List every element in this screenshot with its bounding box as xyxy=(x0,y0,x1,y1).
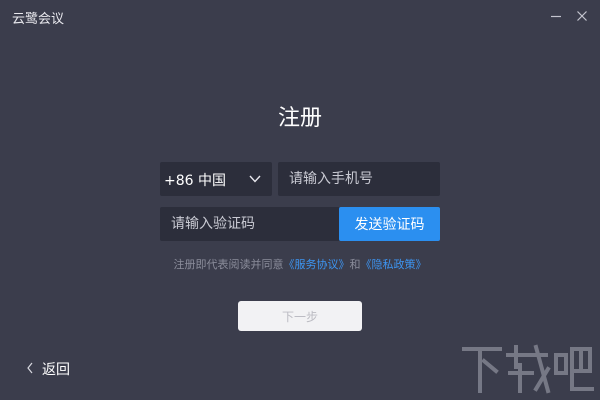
verification-code-field xyxy=(160,207,340,241)
back-label: 返回 xyxy=(42,362,70,378)
minimize-icon[interactable] xyxy=(548,8,564,24)
agreement-prefix: 注册即代表阅读并同意 xyxy=(173,258,284,271)
agreement-notice: 注册即代表阅读并同意《服务协议》和《隐私政策》 xyxy=(0,256,600,272)
service-agreement-link[interactable]: 《服务协议》 xyxy=(284,258,350,271)
send-code-button[interactable]: 发送验证码 xyxy=(339,207,440,241)
phone-field xyxy=(278,162,440,196)
title-bar: 云鹭会议 xyxy=(0,0,600,32)
watermark-logo xyxy=(462,344,594,394)
phone-input[interactable] xyxy=(278,162,440,196)
next-step-button[interactable]: 下一步 xyxy=(238,301,362,331)
privacy-policy-link[interactable]: 《隐私政策》 xyxy=(361,258,427,271)
page-title: 注册 xyxy=(277,106,322,131)
app-title: 云鹭会议 xyxy=(12,12,65,27)
country-code-value: +86 中国 xyxy=(164,173,226,189)
agreement-conjunction: 和 xyxy=(349,258,361,271)
verification-code-input[interactable] xyxy=(160,207,340,241)
chevron-left-icon xyxy=(27,362,33,374)
close-icon[interactable] xyxy=(574,8,590,24)
chevron-down-icon[interactable] xyxy=(248,173,262,185)
